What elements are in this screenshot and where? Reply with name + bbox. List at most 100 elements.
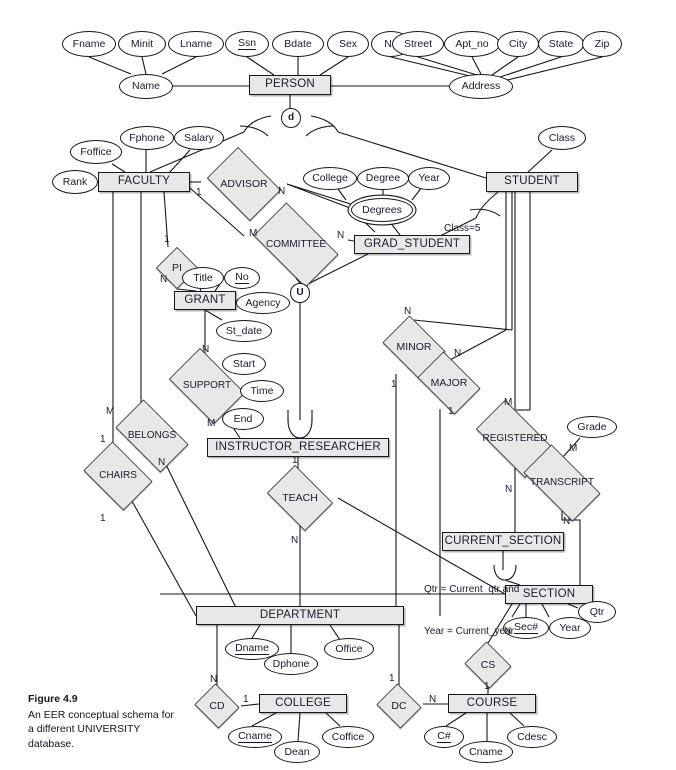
- attribute-lname-label: Lname: [179, 37, 213, 50]
- attribute-dean[interactable]: Dean: [274, 741, 320, 763]
- attribute-college-cname[interactable]: Cname: [228, 726, 282, 748]
- attribute-apt-no-label: Apt_no: [455, 37, 489, 50]
- cardinality-pi-grant: N: [160, 274, 168, 285]
- relationship-belongs-label: BELONGS: [127, 430, 177, 441]
- relationship-pi-label: PI: [172, 261, 182, 274]
- cardinality-committee-faculty: M: [249, 228, 258, 239]
- relationship-committee[interactable]: COMMITTEE: [244, 202, 348, 288]
- attribute-course-num[interactable]: C#: [424, 726, 464, 748]
- attribute-grade[interactable]: Grade: [567, 416, 617, 438]
- attribute-grade-label: Grade: [577, 420, 607, 433]
- entity-course[interactable]: COURSE: [448, 694, 536, 713]
- entity-instructor-researcher[interactable]: INSTRUCTOR_RESEARCHER: [207, 438, 389, 457]
- relationship-advisor-label: ADVISOR: [220, 177, 268, 190]
- attribute-cdesc[interactable]: Cdesc: [507, 726, 557, 748]
- attribute-course-cname-label: Cname: [469, 745, 503, 758]
- union-category-circle[interactable]: U: [290, 283, 310, 303]
- attribute-rank-label: Rank: [62, 175, 88, 188]
- attribute-apt-no[interactable]: Apt_no: [444, 31, 500, 57]
- attribute-fname[interactable]: Fname: [62, 31, 116, 57]
- entity-faculty[interactable]: FACULTY: [98, 172, 190, 192]
- relationship-dc[interactable]: DC: [375, 683, 423, 729]
- cardinality-chairs-dept: 1: [100, 513, 106, 524]
- attribute-college[interactable]: College: [303, 167, 357, 190]
- attribute-year[interactable]: Year: [408, 167, 450, 190]
- cardinality-transcript-student: M: [569, 443, 578, 454]
- attribute-foffice-label: Foffice: [80, 145, 112, 158]
- specialization-disjoint-circle[interactable]: d: [281, 108, 301, 128]
- entity-department[interactable]: DEPARTMENT: [196, 606, 404, 625]
- entity-instructor-researcher-label: INSTRUCTOR_RESEARCHER: [215, 440, 381, 453]
- attribute-rank[interactable]: Rank: [52, 170, 98, 194]
- attribute-degrees-multivalued[interactable]: Degrees: [351, 198, 413, 222]
- attribute-fname-label: Fname: [72, 37, 106, 50]
- attribute-degrees-label: Degrees: [362, 203, 402, 216]
- attribute-zip[interactable]: Zip: [582, 31, 622, 57]
- attribute-start-label: Start: [232, 357, 256, 370]
- attribute-name-label: Name: [131, 80, 160, 93]
- relationship-transcript[interactable]: TRANSCRIPT: [513, 444, 611, 522]
- attribute-class[interactable]: Class: [538, 126, 586, 150]
- relationship-chairs[interactable]: CHAIRS: [78, 441, 158, 511]
- note-line-1: Qtr = Current_qtr and: [424, 584, 520, 595]
- defining-predicate-class5: Class=5: [444, 223, 481, 234]
- attribute-ssn[interactable]: Ssn: [225, 31, 269, 57]
- attribute-sex[interactable]: Sex: [327, 31, 369, 57]
- attribute-lname[interactable]: Lname: [168, 31, 224, 57]
- attribute-time[interactable]: Time: [240, 380, 284, 402]
- attribute-street[interactable]: Street: [392, 31, 444, 57]
- figure-caption-title: Figure 4.9: [28, 693, 78, 705]
- attribute-minit-label: Minit: [130, 37, 154, 50]
- attribute-fphone[interactable]: Fphone: [120, 126, 174, 150]
- attribute-st-date[interactable]: St_date: [216, 320, 272, 342]
- attribute-street-label: Street: [403, 37, 432, 50]
- union-circle-label: U: [296, 287, 304, 298]
- cardinality-belongs-faculty: M: [106, 406, 115, 417]
- relationship-advisor[interactable]: ADVISOR: [201, 147, 287, 221]
- entity-current-section[interactable]: CURRENT_SECTION: [442, 532, 564, 551]
- entity-grad-student[interactable]: GRAD_STUDENT: [354, 235, 470, 254]
- attribute-agency[interactable]: Agency: [236, 292, 290, 314]
- attribute-degree[interactable]: Degree: [357, 167, 409, 190]
- attribute-grant-no[interactable]: No: [224, 267, 260, 289]
- attribute-start[interactable]: Start: [222, 353, 266, 375]
- attribute-state[interactable]: State: [538, 31, 584, 57]
- entity-grad-student-label: GRAD_STUDENT: [363, 237, 461, 250]
- attribute-sex-label: Sex: [338, 37, 358, 50]
- cardinality-advisor-student: N: [278, 186, 286, 197]
- attribute-city[interactable]: City: [497, 31, 539, 57]
- attribute-section-year[interactable]: Year: [549, 617, 591, 639]
- entity-grant[interactable]: GRANT: [174, 291, 236, 310]
- attribute-end-label: End: [233, 412, 253, 425]
- attribute-dphone[interactable]: Dphone: [264, 653, 318, 675]
- attribute-bdate[interactable]: Bdate: [272, 31, 324, 57]
- attribute-office[interactable]: Office: [324, 638, 374, 660]
- attribute-ssn-label: Ssn: [237, 37, 257, 50]
- attribute-coffice[interactable]: Coffice: [322, 726, 374, 748]
- attribute-time-label: Time: [250, 384, 274, 397]
- attribute-course-cname[interactable]: Cname: [459, 741, 513, 763]
- attribute-title[interactable]: Title: [182, 267, 224, 289]
- attribute-salary[interactable]: Salary: [174, 126, 224, 150]
- attribute-address[interactable]: Address: [449, 74, 513, 99]
- relationship-teach[interactable]: TEACH: [262, 465, 338, 531]
- cardinality-transcript-section: N: [563, 516, 571, 527]
- attribute-college-label: College: [312, 172, 348, 185]
- note-line-2: Year = Current_year: [424, 626, 514, 637]
- attribute-end[interactable]: End: [222, 408, 264, 430]
- entity-person[interactable]: PERSON: [249, 75, 331, 95]
- attribute-city-label: City: [508, 37, 528, 50]
- entity-college[interactable]: COLLEGE: [259, 694, 347, 713]
- entity-course-label: COURSE: [466, 696, 518, 709]
- attribute-minit[interactable]: Minit: [118, 31, 166, 57]
- attribute-name[interactable]: Name: [119, 74, 173, 99]
- relationship-major[interactable]: MAJOR: [412, 351, 486, 415]
- entity-student[interactable]: STUDENT: [486, 172, 578, 192]
- attribute-bdate-label: Bdate: [284, 37, 312, 50]
- cardinality-pi-faculty: 1: [164, 234, 170, 245]
- entity-student-label: STUDENT: [504, 175, 560, 188]
- relationship-cd[interactable]: CD: [193, 683, 241, 729]
- attribute-foffice[interactable]: Foffice: [70, 140, 122, 164]
- cardinality-registered-student: M: [504, 397, 513, 408]
- entity-current-section-label: CURRENT_SECTION: [444, 534, 562, 547]
